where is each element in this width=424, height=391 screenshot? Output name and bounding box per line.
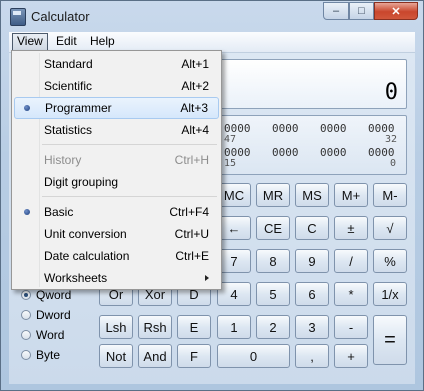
digit-7-button[interactable]: 7 xyxy=(217,249,251,273)
menu-help[interactable]: Help xyxy=(86,33,119,50)
menu-item-unit-conversion[interactable]: Unit conversion Ctrl+U xyxy=(14,223,219,245)
menu-item-statistics[interactable]: Statistics Alt+4 xyxy=(14,119,219,141)
menu-item-label: Date calculation xyxy=(44,249,130,263)
divide-button[interactable]: / xyxy=(334,249,368,273)
radio-dword[interactable]: Dword xyxy=(21,306,71,324)
menu-item-label: Unit conversion xyxy=(44,227,127,241)
menu-item-label: Scientific xyxy=(44,79,93,93)
menu-item-standard[interactable]: Standard Alt+1 xyxy=(14,53,219,75)
menu-item-label: Worksheets xyxy=(44,271,108,285)
lsh-button[interactable]: Lsh xyxy=(99,315,133,339)
menu-edit[interactable]: Edit xyxy=(52,33,81,50)
menu-item-shortcut: Alt+3 xyxy=(180,101,208,115)
and-button[interactable]: And xyxy=(138,344,172,368)
menu-item-label: Standard xyxy=(44,57,93,71)
maximize-button[interactable]: □ xyxy=(349,2,374,20)
hex-e-button[interactable]: E xyxy=(177,315,211,339)
bit-index: 32 xyxy=(385,134,398,145)
menu-item-shortcut: Alt+4 xyxy=(181,123,209,137)
selected-bullet-icon xyxy=(24,209,30,215)
radio-indicator xyxy=(21,330,31,340)
window-title: Calculator xyxy=(31,9,90,24)
menu-item-label: Programmer xyxy=(45,101,112,115)
minimize-button[interactable]: – xyxy=(323,2,349,20)
decimal-button[interactable]: , xyxy=(295,344,329,368)
menu-item-shortcut: Ctrl+U xyxy=(174,227,209,241)
radio-label: Byte xyxy=(36,348,61,362)
view-menu-dropdown: Standard Alt+1 Scientific Alt+2 Programm… xyxy=(11,50,222,290)
menu-item-shortcut: Alt+1 xyxy=(181,57,209,71)
menu-item-history: History Ctrl+H xyxy=(14,149,219,171)
m-minus-button[interactable]: M- xyxy=(373,183,407,207)
c-button[interactable]: C xyxy=(295,216,329,240)
digit-8-button[interactable]: 8 xyxy=(256,249,290,273)
calculator-app-icon xyxy=(10,8,26,26)
digit-4-button[interactable]: 4 xyxy=(217,282,251,306)
menu-item-label: History xyxy=(44,153,82,167)
display-value: 0 xyxy=(384,80,398,105)
sqrt-button[interactable]: √ xyxy=(373,216,407,240)
not-button[interactable]: Not xyxy=(99,344,133,368)
equals-button[interactable]: = xyxy=(373,315,407,365)
menu-item-shortcut: Ctrl+E xyxy=(175,249,209,263)
ce-button[interactable]: CE xyxy=(256,216,290,240)
bit-index: 0 xyxy=(390,158,397,169)
bit-group[interactable]: 0000 xyxy=(320,146,347,159)
hex-f-button[interactable]: F xyxy=(177,344,211,368)
bit-index: 15 xyxy=(224,158,237,169)
menu-item-label: Basic xyxy=(44,205,74,219)
subtract-button[interactable]: - xyxy=(334,315,368,339)
menu-item-label: Digit grouping xyxy=(44,175,119,189)
bit-group[interactable]: 0000 xyxy=(272,146,299,159)
menu-item-shortcut: Ctrl+H xyxy=(174,153,209,167)
menu-item-label: Statistics xyxy=(44,123,93,137)
menu-item-programmer[interactable]: Programmer Alt+3 xyxy=(14,97,219,119)
title-bar: Calculator – □ ✕ xyxy=(1,1,423,31)
percent-button[interactable]: % xyxy=(373,249,407,273)
ms-button[interactable]: MS xyxy=(295,183,329,207)
mc-button[interactable]: MC xyxy=(217,183,251,207)
negate-button[interactable]: ± xyxy=(334,216,368,240)
digit-2-button[interactable]: 2 xyxy=(256,315,290,339)
m-plus-button[interactable]: M+ xyxy=(334,183,368,207)
radio-label: Dword xyxy=(36,308,71,322)
menu-separator xyxy=(42,196,217,197)
digit-6-button[interactable]: 6 xyxy=(295,282,329,306)
close-button[interactable]: ✕ xyxy=(374,2,418,20)
mr-button[interactable]: MR xyxy=(256,183,290,207)
menu-item-shortcut: Ctrl+F4 xyxy=(169,205,209,219)
selected-bullet-icon xyxy=(24,105,30,111)
radio-indicator xyxy=(21,310,31,320)
backspace-button[interactable]: ← xyxy=(217,216,251,240)
digit-9-button[interactable]: 9 xyxy=(295,249,329,273)
digit-3-button[interactable]: 3 xyxy=(295,315,329,339)
reciprocal-button[interactable]: 1/x xyxy=(373,282,407,306)
submenu-arrow-icon xyxy=(205,275,209,281)
radio-word[interactable]: Word xyxy=(21,326,64,344)
digit-0-button[interactable]: 0 xyxy=(217,344,290,368)
multiply-button[interactable]: * xyxy=(334,282,368,306)
radio-label: Qword xyxy=(36,288,72,302)
digit-5-button[interactable]: 5 xyxy=(256,282,290,306)
menu-item-shortcut: Alt+2 xyxy=(181,79,209,93)
menu-item-scientific[interactable]: Scientific Alt+2 xyxy=(14,75,219,97)
menu-item-date-calculation[interactable]: Date calculation Ctrl+E xyxy=(14,245,219,267)
radio-indicator xyxy=(21,350,31,360)
radio-indicator xyxy=(21,290,31,300)
word-size-group: Qword Dword Word Byte xyxy=(17,281,93,381)
radio-label: Word xyxy=(36,328,65,342)
menu-item-digit-grouping[interactable]: Digit grouping xyxy=(14,171,219,193)
digit-1-button[interactable]: 1 xyxy=(217,315,251,339)
menu-separator xyxy=(42,144,217,145)
menu-item-worksheets[interactable]: Worksheets xyxy=(14,267,219,289)
bit-group[interactable]: 0000 xyxy=(320,122,347,135)
bit-group[interactable]: 0000 xyxy=(272,122,299,135)
bit-index: 47 xyxy=(224,134,237,145)
rsh-button[interactable]: Rsh xyxy=(138,315,172,339)
menu-item-basic[interactable]: Basic Ctrl+F4 xyxy=(14,201,219,223)
add-button[interactable]: + xyxy=(334,344,368,368)
radio-byte[interactable]: Byte xyxy=(21,346,60,364)
